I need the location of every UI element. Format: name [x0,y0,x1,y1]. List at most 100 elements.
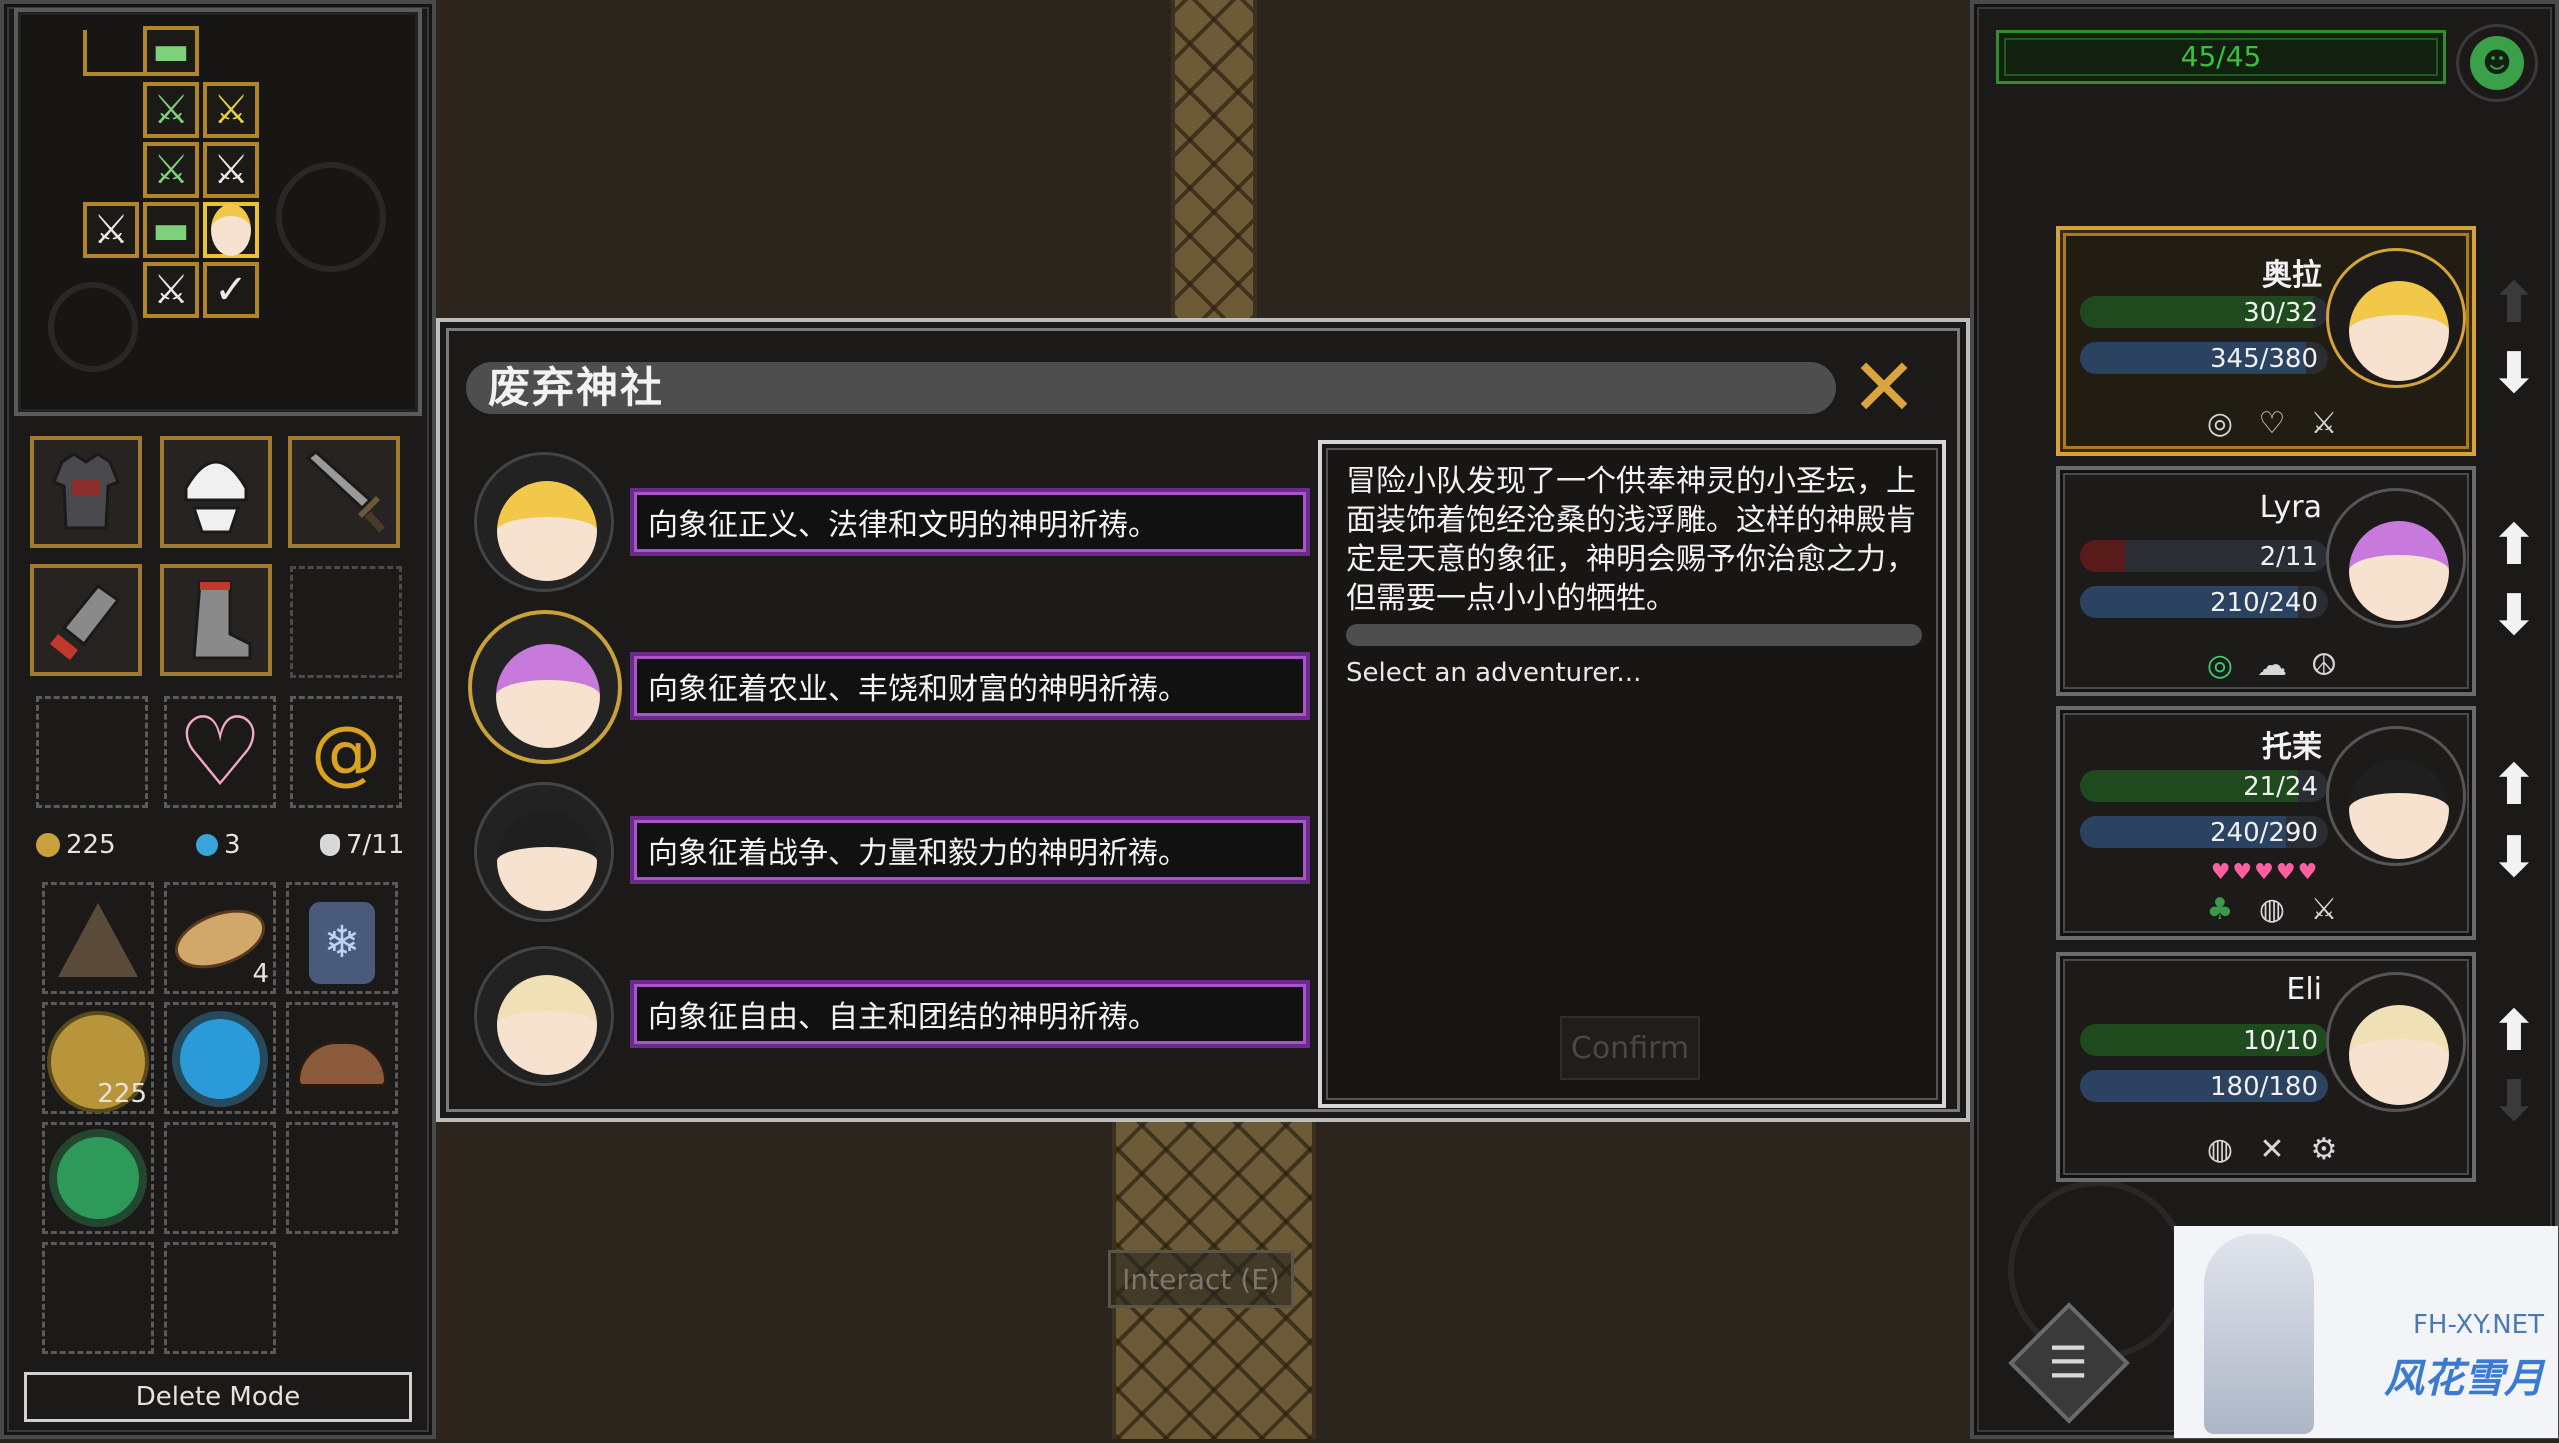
party-card-tomo[interactable]: 托茉 21/24 240/290 ♥♥♥♥♥ ♣ ◍ ⚔ [2056,706,2476,940]
portrait-face [2349,759,2449,859]
option-portrait [468,610,622,764]
heart-outline-icon: ♡ [2258,406,2286,441]
clover-icon: ♣ [2206,892,2234,927]
inventory-slot[interactable] [164,1002,276,1114]
prayer-option-freedom[interactable]: 向象征自由、自主和团结的神明祈祷。 [630,980,1310,1048]
portrait-face [2349,1005,2449,1105]
close-icon[interactable]: ✕ [1848,348,1920,428]
gear-icon: ⚙ [2310,1132,2338,1167]
delete-mode-button[interactable]: Delete Mode [24,1372,412,1422]
inventory-slot[interactable]: 225 [42,1002,154,1114]
mp-text: 180/180 [2209,1072,2318,1102]
player-marker-icon [211,204,251,256]
minimap-current-room[interactable] [203,202,259,258]
move-up-arrow[interactable]: ⬆ [2490,758,2538,814]
mp-text: 345/380 [2209,344,2318,374]
option-portrait [474,946,614,1086]
move-up-arrow[interactable]: ⬆ [2490,518,2538,574]
spiral-icon: @ [311,711,381,793]
inventory-slot[interactable] [42,882,154,994]
equip-slot-armor[interactable] [30,436,142,548]
inventory-slot[interactable] [164,1122,276,1234]
move-down-arrow[interactable]: ⬇ [2490,588,2538,644]
minimap-battle-room[interactable]: ⚔ [203,82,259,138]
inventory-slot[interactable] [286,1122,398,1234]
bag-value: 7/11 [346,830,405,860]
bread-count: 4 [252,959,269,989]
sword-icon [305,450,386,533]
minimap-battle-room[interactable]: ⚔ [83,202,139,258]
gold-counter: 225 [36,828,156,862]
minimap-battle-room[interactable]: ⚔ [143,82,199,138]
watermark-url: FH-XY.NET [2412,1310,2544,1340]
inventory-slot[interactable] [164,1242,276,1354]
portrait-face [2349,521,2449,621]
interact-button[interactable]: Interact (E) [1108,1250,1294,1308]
portrait-face [497,975,597,1075]
inventory-slot[interactable] [42,1242,154,1354]
mp-text: 210/240 [2209,588,2318,618]
prayer-option-harvest[interactable]: 向象征着农业、丰饶和财富的神明祈祷。 [630,652,1310,720]
minimap-battle-room[interactable]: ⚔ [143,262,199,318]
minimap-chest-room[interactable]: ▬ [143,202,199,258]
sword-icon: ⚔ [2310,406,2338,441]
party-card-eli[interactable]: Eli 10/10 180/180 ◍ ✕ ⚙ [2056,952,2476,1182]
minimap-chest-room[interactable]: ▬ [143,26,199,76]
party-avatar-button[interactable]: ☻ [2456,24,2538,102]
equip-slot-trinket[interactable]: @ [290,696,402,808]
portrait-ora [2326,248,2466,388]
description-scrollbar[interactable] [1346,624,1922,646]
peace-icon: ☮ [2310,648,2338,683]
gold-value: 225 [66,830,116,860]
minimap-battle-room[interactable]: ⚔ [203,142,259,198]
portrait-eli [2326,972,2466,1112]
gold-coin-icon [36,833,60,857]
coin-count: 225 [97,1079,147,1109]
hp-text: 21/24 [2243,772,2318,802]
equip-slot-helmet[interactable] [160,436,272,548]
move-down-arrow[interactable]: ⬇ [2490,346,2538,402]
party-card-lyra[interactable]: Lyra 2/11 210/240 ◎ ☁ ☮ [2056,466,2476,696]
party-name: 奥拉 [2262,258,2322,293]
target-icon: ◎ [2206,406,2234,441]
party-name: Eli [2286,972,2322,1007]
minimap-battle-room[interactable]: ⚔ [143,142,199,198]
party-card-ora[interactable]: 奥拉 30/32 345/380 ◎ ♡ ⚔ [2056,226,2476,456]
equip-slot-trinket[interactable]: ♡ [164,696,276,808]
move-down-arrow[interactable]: ⬇ [2490,830,2538,886]
confirm-button[interactable]: Confirm [1560,1016,1700,1080]
dialog-title: 废弃神社 [488,363,665,412]
floor-counter: 45/45 [2180,40,2262,73]
tent-icon [58,903,138,977]
option-text: 向象征着农业、丰饶和财富的神明祈祷。 [648,672,1188,707]
corridor-north [1171,0,1257,320]
party-name: Lyra [2259,490,2322,525]
inventory-slot[interactable] [286,1002,398,1114]
equip-slot-gloves[interactable] [30,564,142,676]
inventory-slot[interactable]: 4 [164,882,276,994]
target-icon: ◎ [2206,648,2234,683]
green-gem-icon [57,1137,139,1219]
decor-swirl [276,162,386,272]
move-down-arrow[interactable]: ⬇ [2490,1074,2538,1130]
hp-text: 30/32 [2243,298,2318,328]
equip-slot-weapon[interactable] [288,436,400,548]
inventory-slot[interactable]: ❄ [286,882,398,994]
option-text: 向象征正义、法律和文明的神明祈祷。 [648,508,1158,543]
move-up-arrow[interactable]: ⬆ [2490,276,2538,332]
minimap-cleared-room[interactable]: ✓ [203,262,259,318]
equip-slot-boots[interactable] [160,564,272,676]
minimap-path [83,72,143,76]
green-face-icon: ☻ [2470,36,2524,90]
portrait-face [497,811,597,911]
cloud-icon: ☁ [2257,648,2287,683]
portrait-face [496,644,600,748]
list-icon: ☰ [2048,1337,2089,1389]
move-up-arrow[interactable]: ⬆ [2490,1004,2538,1060]
equip-slot-empty[interactable] [36,696,148,808]
prayer-option-justice[interactable]: 向象征正义、法律和文明的神明祈祷。 [630,488,1310,556]
armor-icon [52,452,120,530]
inventory-slot[interactable] [42,1122,154,1234]
prayer-option-war[interactable]: 向象征着战争、力量和毅力的神明祈祷。 [630,816,1310,884]
equip-slot-empty[interactable] [290,566,402,678]
